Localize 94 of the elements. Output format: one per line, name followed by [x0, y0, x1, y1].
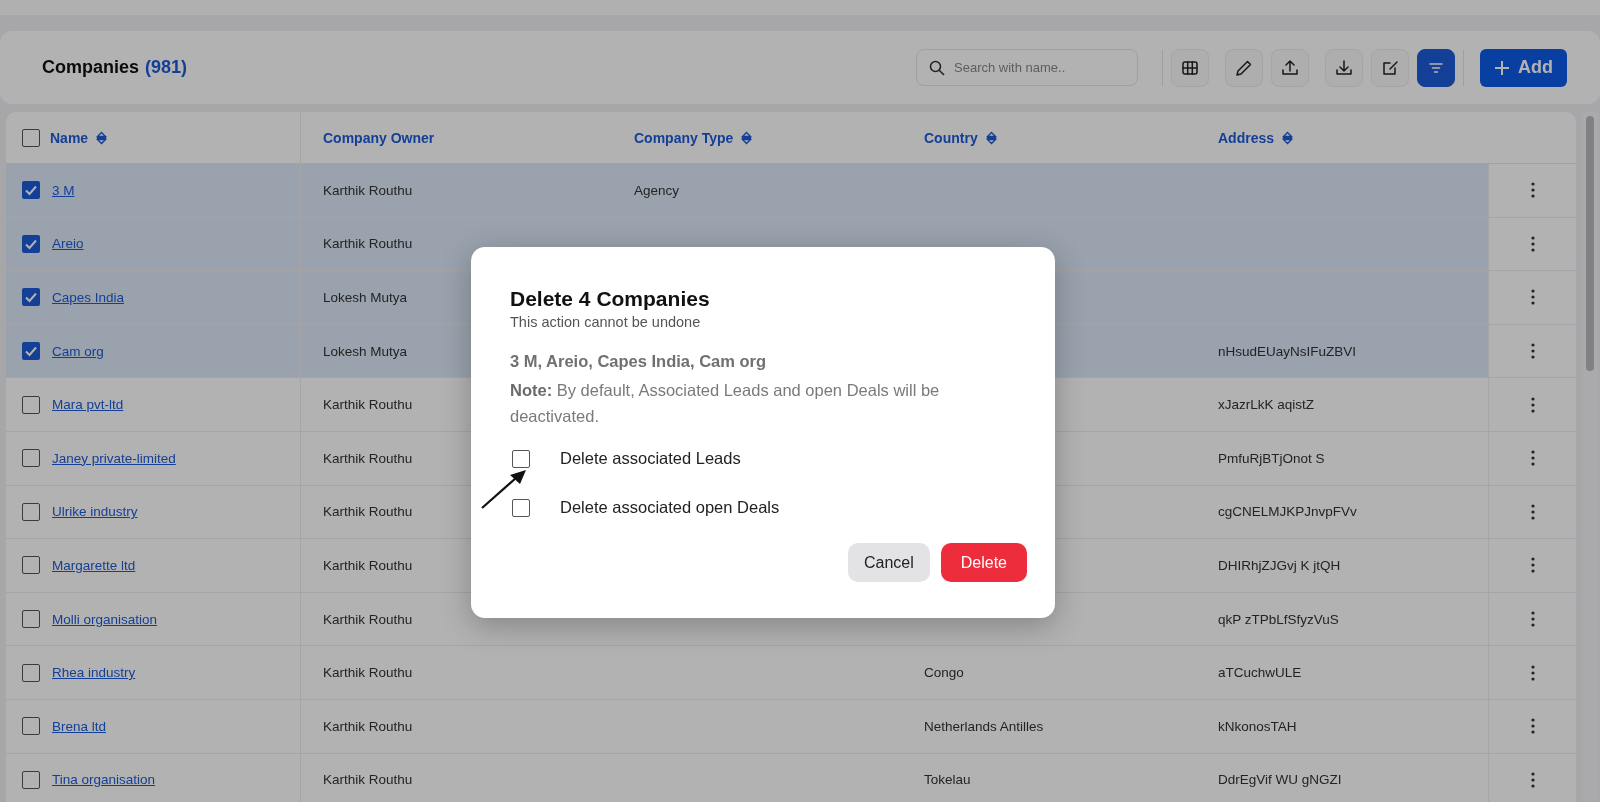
pencil-button[interactable] — [1225, 48, 1263, 87]
row-checkbox[interactable] — [22, 556, 40, 575]
select-all-checkbox[interactable] — [22, 128, 40, 147]
table-cell: Lokesh Mutya — [323, 290, 408, 305]
row-checkbox[interactable] — [22, 234, 40, 253]
cancel-button[interactable]: Cancel — [847, 543, 930, 582]
company-name-link[interactable]: Ulrike industry — [52, 504, 138, 520]
sort-icon[interactable] — [985, 130, 997, 145]
company-name-link[interactable]: 3 M — [52, 182, 75, 198]
kebab-icon — [1530, 289, 1535, 306]
search-icon — [929, 60, 945, 76]
company-name-link[interactable]: Cam org — [52, 343, 104, 359]
kebab-icon — [1530, 664, 1535, 681]
table-cell: Agency — [634, 182, 680, 198]
column-header[interactable]: Company Type — [634, 129, 734, 146]
plus-icon — [1494, 59, 1510, 76]
table-cell: Congo — [924, 665, 964, 681]
company-name-link[interactable]: Capes India — [52, 290, 125, 305]
kebab-icon — [1530, 450, 1535, 467]
row-checkbox[interactable] — [22, 770, 40, 789]
table-cell: aTCuchwULE — [1218, 665, 1302, 681]
table-cell: DdrEgVif WU gNGZI — [1218, 772, 1342, 788]
company-name-link[interactable]: Janey private-limited — [52, 450, 176, 466]
download-button[interactable] — [1325, 48, 1363, 87]
dialog-title: Delete 4 Companies — [510, 287, 711, 311]
table-cell: Karthik Routhu — [323, 182, 413, 198]
kebab-icon — [1530, 235, 1535, 252]
kebab-icon — [1530, 718, 1535, 735]
add-button[interactable]: Add — [1480, 48, 1567, 87]
table-cell: Karthik Routhu — [323, 611, 413, 627]
search-field[interactable]: Search with name.. — [916, 49, 1138, 86]
kebab-icon — [1530, 771, 1535, 788]
table-cell: Karthik Routhu — [323, 718, 413, 734]
table-cell: nHsudEUayNsIFuZBVI — [1218, 343, 1357, 359]
column-header[interactable]: Name — [50, 129, 89, 146]
table-cell: xJazrLkK aqistZ — [1218, 397, 1315, 413]
row-checkbox[interactable] — [22, 449, 40, 468]
edit-square-button[interactable] — [1371, 48, 1409, 87]
column-header[interactable]: Address — [1218, 129, 1275, 146]
option-label[interactable]: Delete associated open Deals — [560, 498, 780, 517]
row-checkbox[interactable] — [22, 610, 40, 629]
selected-companies-text: 3 M, Areio, Capes India, Cam org — [510, 352, 768, 371]
table-cell: Lokesh Mutya — [323, 343, 408, 359]
table-cell: Karthik Routhu — [323, 504, 413, 520]
table-cell: Karthik Routhu — [323, 397, 413, 413]
table-cell: Karthik Routhu — [323, 450, 413, 466]
row-checkbox[interactable] — [22, 717, 40, 736]
row-checkbox[interactable] — [22, 663, 40, 682]
row-checkbox[interactable] — [22, 181, 40, 200]
upload-icon — [1280, 57, 1300, 78]
option-checkbox[interactable] — [512, 498, 530, 517]
sort-icon[interactable] — [96, 130, 108, 145]
company-name-link[interactable]: Tina organisation — [52, 772, 156, 788]
table-cell: qkP zTPbLfSfyzVuS — [1218, 611, 1339, 627]
company-name-link[interactable]: Brena ltd — [52, 718, 107, 734]
table-cell: Tokelau — [924, 772, 971, 788]
page-title: Companies (981) — [42, 57, 189, 78]
kebab-icon — [1530, 611, 1535, 628]
upload-button[interactable] — [1271, 48, 1309, 87]
option-label[interactable]: Delete associated Leads — [560, 449, 741, 468]
company-name-link[interactable]: Margarette ltd — [52, 557, 136, 573]
kebab-icon — [1530, 343, 1535, 360]
table-cell: Karthik Routhu — [323, 236, 413, 252]
table-cell: cgCNELMJKPJnvpFVv — [1218, 504, 1357, 520]
filter-button[interactable] — [1417, 48, 1455, 87]
table-cell: kNkonosTAH — [1218, 718, 1297, 734]
dialog-subtitle: This action cannot be undone — [510, 314, 702, 330]
table-cell: Karthik Routhu — [323, 665, 413, 681]
kebab-icon — [1530, 182, 1535, 199]
kebab-icon — [1530, 557, 1535, 574]
option-checkbox[interactable] — [512, 449, 530, 468]
download-icon — [1334, 57, 1354, 78]
columns-button[interactable] — [1171, 48, 1209, 87]
company-name-link[interactable]: Molli organisation — [52, 611, 158, 627]
row-checkbox[interactable] — [22, 342, 40, 361]
row-checkbox[interactable] — [22, 395, 40, 414]
row-checkbox[interactable] — [22, 502, 40, 521]
column-header[interactable]: Company Owner — [323, 129, 435, 146]
table-cell: Netherlands Antilles — [924, 718, 1044, 734]
table-cell: Karthik Routhu — [323, 772, 413, 788]
company-name-link[interactable]: Rhea industry — [52, 665, 136, 681]
kebab-icon — [1530, 396, 1535, 413]
sort-icon[interactable] — [741, 130, 753, 145]
kebab-icon — [1530, 503, 1535, 520]
table-cell: DHIRhjZJGvj K jtQH — [1218, 557, 1341, 573]
row-checkbox[interactable] — [22, 288, 40, 307]
company-name-link[interactable]: Mara pvt-ltd — [52, 397, 124, 413]
delete-button[interactable]: Delete — [940, 543, 1027, 582]
column-header[interactable]: Country — [924, 129, 978, 146]
sort-icon[interactable] — [1282, 130, 1294, 145]
company-name-link[interactable]: Areio — [52, 236, 84, 252]
table-cell: Karthik Routhu — [323, 557, 413, 573]
note-text: Note: By default, Associated Leads and open Deals will be deactivated. — [510, 380, 941, 427]
table-cell: PmfuRjBTjOnot S — [1218, 450, 1325, 466]
